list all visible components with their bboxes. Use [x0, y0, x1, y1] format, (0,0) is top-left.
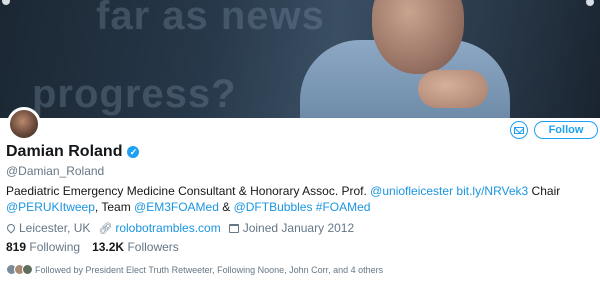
bio-mention-perukitweep[interactable]: @PERUKItweep	[6, 200, 95, 214]
bio-text: Paediatric Emergency Medicine Consultant…	[6, 184, 371, 198]
envelope-icon	[514, 126, 524, 134]
banner-corner-dot-left	[2, 0, 10, 5]
bio-text-mid2: &	[218, 200, 234, 214]
bio-line-2: @PERUKItweep, Team @EM3FOAMed & @DFTBubb…	[6, 200, 596, 214]
followers-label: Followers	[127, 240, 179, 254]
bio-mention-dftbubbles[interactable]: @DFTBubbles	[234, 200, 313, 214]
bio-mention-em3foamed[interactable]: @EM3FOAMed	[134, 200, 219, 214]
calendar-icon	[228, 223, 239, 233]
follow-stats: 819 Following 13.2K Followers	[6, 240, 191, 254]
bio-mention-uniofleicester[interactable]: @uniofleicester	[370, 184, 453, 198]
bio-link[interactable]: bit.ly/NRVek3	[456, 184, 528, 198]
joined-text: Joined January 2012	[242, 221, 355, 235]
bio-line-1: Paediatric Emergency Medicine Consultant…	[6, 184, 596, 198]
bio-hashtag-foamed[interactable]: #FOAMed	[316, 200, 371, 214]
website-link[interactable]: rolobotrambles.com	[115, 221, 220, 235]
bio-text-mid1: , Team	[94, 200, 135, 214]
user-handle: @Damian_Roland	[6, 164, 105, 178]
banner-text-line2: progress?	[32, 72, 237, 116]
profile-banner[interactable]: far as news progress?	[0, 0, 600, 118]
followed-by-row[interactable]: Followed by President Elect Truth Retwee…	[6, 264, 383, 275]
profile-meta-row: Leicester, UK 🔗︎ rolobotrambles.com Join…	[5, 221, 362, 235]
follow-button[interactable]: Follow	[534, 121, 598, 139]
followers-stat[interactable]: 13.2K Followers	[92, 240, 179, 254]
followers-count: 13.2K	[92, 240, 125, 254]
followed-by-text: Followed by President Elect Truth Retwee…	[35, 264, 384, 275]
verified-badge-icon: ✓	[127, 146, 140, 158]
display-name: Damian Roland	[6, 143, 123, 160]
banner-speaker-hand	[418, 70, 488, 108]
location-text: Leicester, UK	[19, 221, 91, 235]
follower-avatar	[22, 264, 33, 275]
message-button[interactable]	[510, 121, 528, 139]
location-item: Leicester, UK	[5, 221, 91, 235]
name-row: Damian Roland ✓	[6, 143, 140, 161]
website-item[interactable]: 🔗︎ rolobotrambles.com	[98, 221, 220, 235]
following-count: 819	[6, 240, 27, 254]
location-pin-icon	[5, 222, 17, 234]
joined-item: Joined January 2012	[228, 221, 355, 235]
banner-text-line1: far as news	[96, 0, 325, 38]
banner-corner-dot-right	[586, 0, 594, 6]
avatar[interactable]	[7, 107, 41, 141]
following-label: Following	[29, 240, 81, 254]
following-stat[interactable]: 819 Following	[6, 240, 80, 254]
followed-by-avatars	[6, 264, 33, 275]
bio-text-tail: Chair	[528, 184, 561, 198]
link-icon: 🔗︎	[98, 222, 113, 235]
